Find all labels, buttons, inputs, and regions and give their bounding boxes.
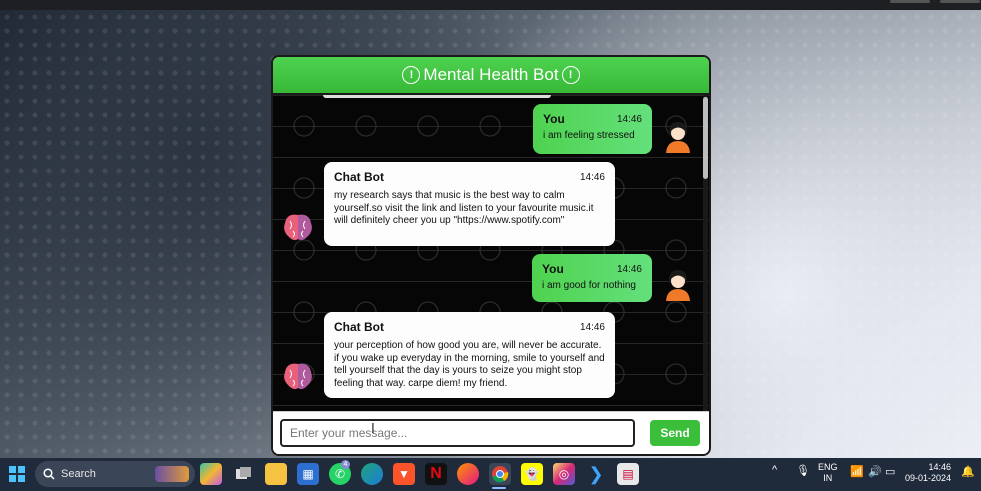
top-bar-control[interactable] xyxy=(940,0,980,3)
task-view-icon[interactable] xyxy=(233,463,255,485)
message-time: 14:46 xyxy=(579,171,605,183)
message-input[interactable] xyxy=(280,419,635,447)
microphone-icon[interactable]: 🎙 xyxy=(796,464,810,477)
vscode-icon[interactable]: ❯ xyxy=(585,463,607,485)
previous-message-edge xyxy=(323,95,551,98)
copilot-icon[interactable] xyxy=(200,463,222,485)
clock-date: 09-01-2024 xyxy=(905,473,952,483)
clock[interactable]: 14:46 09-01-2024 xyxy=(905,462,951,484)
search-label: Search xyxy=(61,468,96,480)
windows-start-icon[interactable] xyxy=(6,463,28,485)
whatsapp-badge: 4 xyxy=(341,460,350,469)
message-text: my research says that music is the best … xyxy=(334,190,594,226)
browser-top-bar xyxy=(0,0,981,10)
chat-title: Mental Health Bot xyxy=(423,65,559,84)
language-indicator[interactable]: ENG IN xyxy=(818,462,838,484)
chat-scrollbar-thumb[interactable] xyxy=(703,97,708,179)
chat-title-row: ! Mental Health Bot ! xyxy=(402,65,580,85)
clock-time: 14:46 xyxy=(928,462,952,472)
message-time: 14:46 xyxy=(616,263,642,275)
message-text: i am good for nothing xyxy=(542,280,636,291)
warning-circle-icon: ! xyxy=(402,66,421,84)
search-highlight-image xyxy=(155,466,189,482)
firefox-icon[interactable] xyxy=(457,463,479,485)
notification-bell-icon[interactable]: 🔔 xyxy=(961,465,975,478)
text-cursor-icon: I xyxy=(371,422,375,437)
message-sender: Chat Bot xyxy=(334,170,384,184)
language-code: ENG xyxy=(818,462,838,472)
user-message: You 14:46 i am feeling stressed xyxy=(533,104,652,154)
user-message: You 14:46 i am good for nothing xyxy=(532,254,652,302)
warning-circle-icon: ! xyxy=(561,66,580,84)
chat-window: ! Mental Health Bot ! You 14:46 i am fee… xyxy=(271,55,711,456)
chrome-icon[interactable] xyxy=(489,463,511,485)
instagram-icon[interactable]: ◎ xyxy=(553,463,575,485)
bot-message: Chat Bot 14:46 my research says that mus… xyxy=(324,162,615,246)
message-time: 14:46 xyxy=(579,321,605,333)
snapchat-icon[interactable]: 👻 xyxy=(521,463,543,485)
chat-messages-area[interactable]: You 14:46 i am feeling stressed Chat Bot… xyxy=(273,95,709,411)
edge-icon[interactable] xyxy=(361,463,383,485)
battery-icon[interactable]: ▭ xyxy=(885,465,895,478)
microsoft-store-icon[interactable]: ▦ xyxy=(297,463,319,485)
message-text: i am feeling stressed xyxy=(543,130,635,141)
message-time: 14:46 xyxy=(616,113,642,125)
message-sender: You xyxy=(542,262,564,276)
taskbar: Search ▦ ✆ 4 ▼ N 👻 ◎ ❯ ▤ ^ 🎙 ENG IN 📶 🔊 … xyxy=(0,458,981,491)
taskbar-search[interactable]: Search xyxy=(35,461,195,487)
region-code: IN xyxy=(823,473,833,483)
brave-icon[interactable]: ▼ xyxy=(393,463,415,485)
show-hidden-icons-chevron-icon[interactable]: ^ xyxy=(772,464,777,476)
user-avatar-icon xyxy=(666,122,690,153)
brain-bot-avatar-icon xyxy=(284,363,312,390)
brain-bot-avatar-icon xyxy=(284,214,312,241)
message-sender: Chat Bot xyxy=(334,320,384,334)
volume-icon[interactable]: 🔊 xyxy=(868,465,882,478)
wifi-icon[interactable]: 📶 xyxy=(850,465,864,478)
message-sender: You xyxy=(543,112,565,126)
notepad-icon[interactable]: ▤ xyxy=(617,463,639,485)
chat-header: ! Mental Health Bot ! xyxy=(273,57,709,95)
active-app-indicator xyxy=(492,487,506,489)
file-explorer-icon[interactable] xyxy=(265,463,287,485)
search-icon xyxy=(43,468,55,480)
message-text: your perception of how good you are, wil… xyxy=(334,340,605,389)
message-input-bar: Send xyxy=(273,411,709,454)
send-button[interactable]: Send xyxy=(650,420,700,446)
user-avatar-icon xyxy=(666,270,690,301)
bot-message: Chat Bot 14:46 your perception of how go… xyxy=(324,312,615,398)
netflix-icon[interactable]: N xyxy=(425,463,447,485)
top-bar-control[interactable] xyxy=(890,0,930,3)
